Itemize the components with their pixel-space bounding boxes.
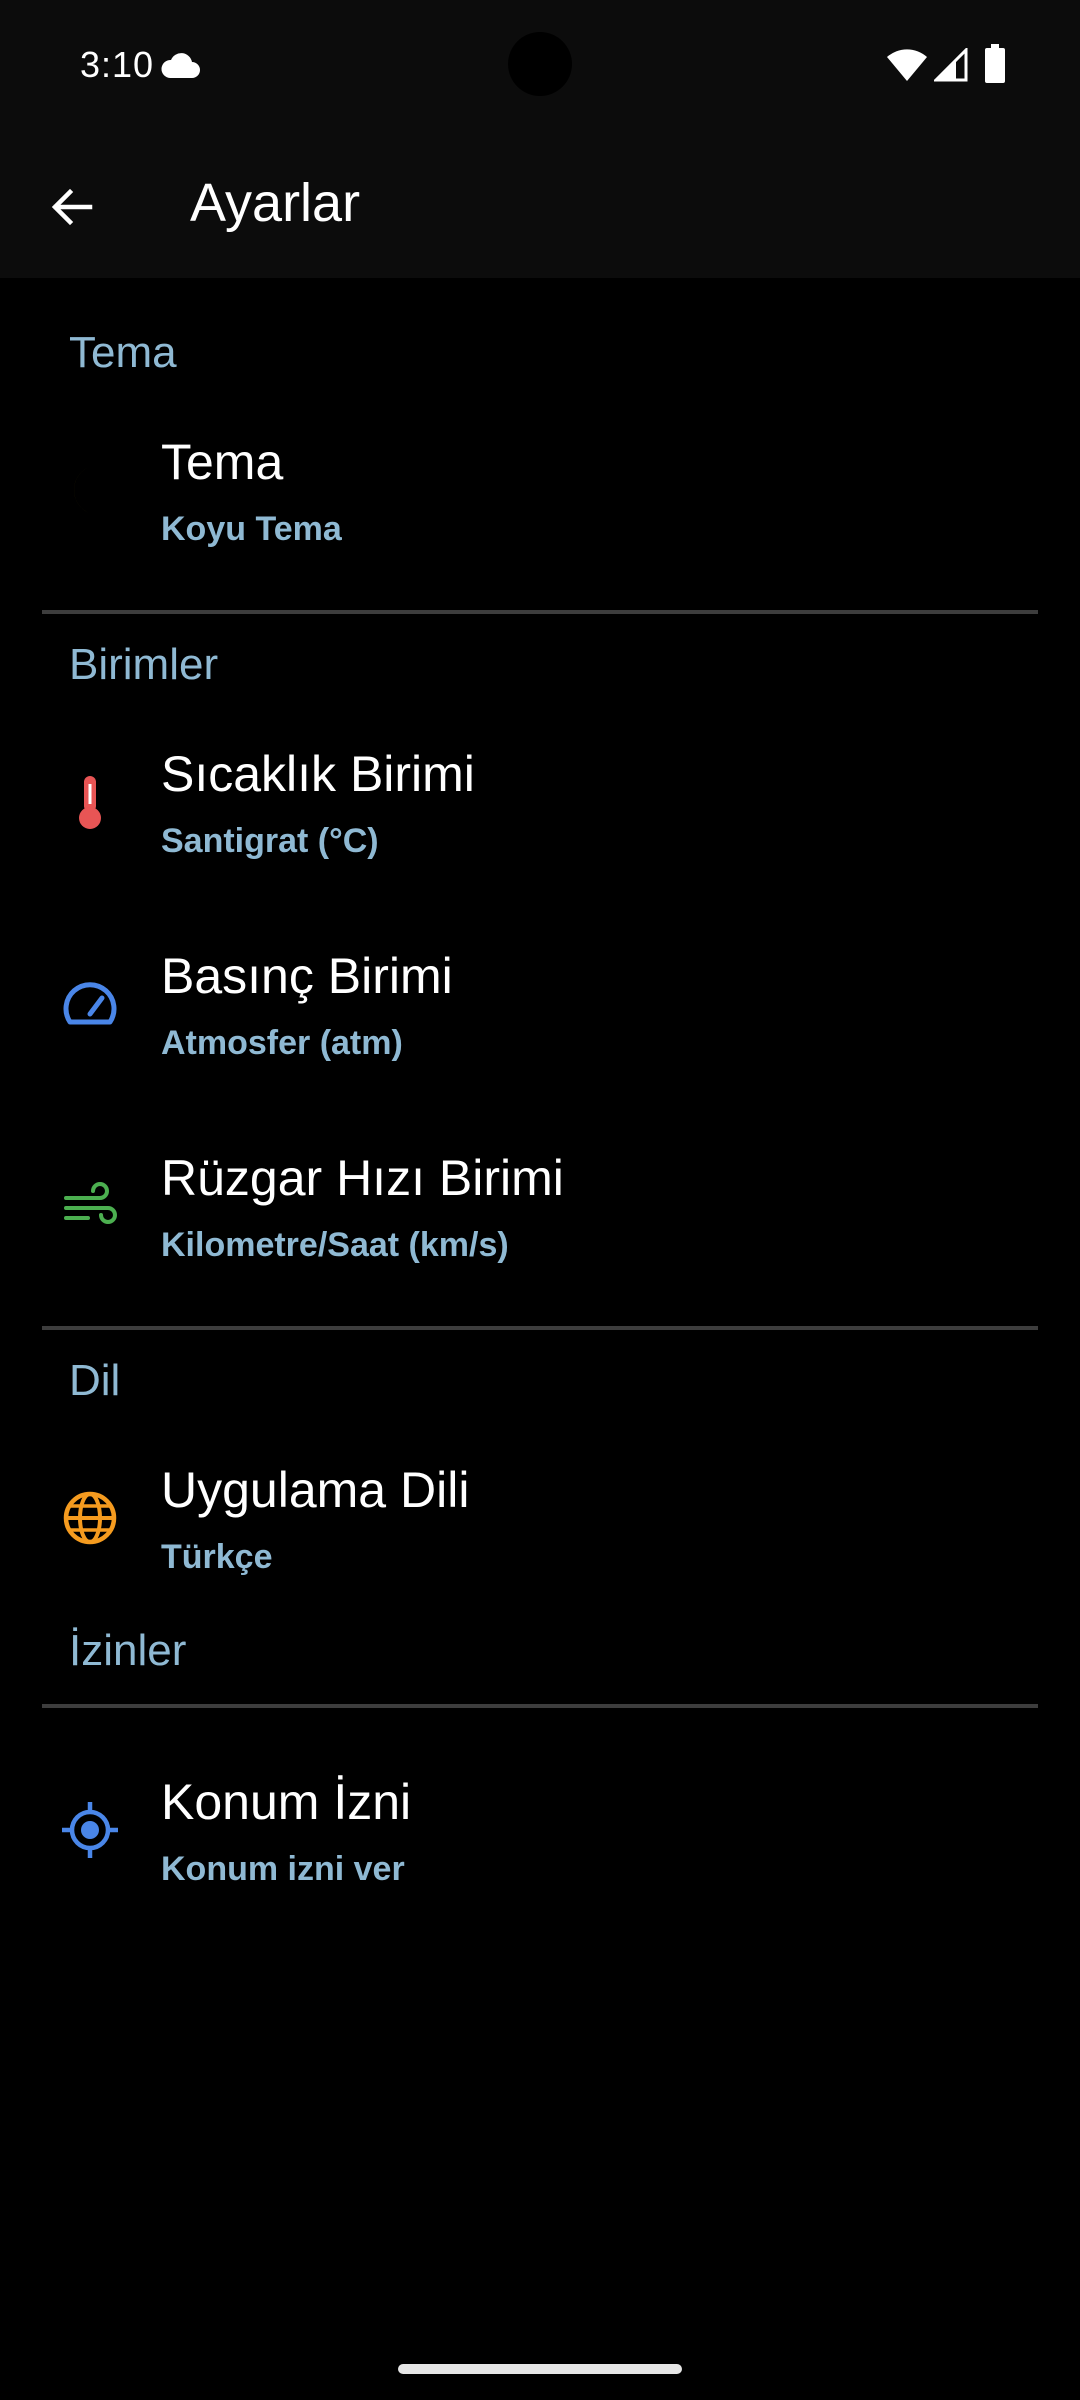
setting-subtitle: Türkçe (161, 1538, 273, 1576)
setting-item-pressure-unit[interactable]: Basınç Birimi Atmosfer (atm) (0, 914, 1080, 1094)
divider (42, 610, 1038, 614)
camera-cutout (508, 32, 572, 96)
home-gesture-bar[interactable] (398, 2364, 682, 2374)
app-bar: Ayarlar (0, 128, 1080, 278)
location-target-icon (58, 1798, 122, 1862)
speedometer-icon (58, 972, 122, 1036)
thermometer-icon (58, 770, 122, 834)
setting-subtitle: Konum izni ver (161, 1850, 405, 1888)
battery-icon (985, 44, 1005, 83)
setting-item-temperature-unit[interactable]: Sıcaklık Birimi Santigrat (°C) (0, 712, 1080, 892)
divider (42, 1326, 1038, 1330)
section-header-permissions: İzinler (69, 1626, 187, 1675)
globe-icon (58, 1486, 122, 1550)
arrow-back-icon (51, 188, 93, 226)
setting-item-theme[interactable]: Tema Koyu Tema (0, 400, 1080, 580)
setting-subtitle: Koyu Tema (161, 510, 342, 548)
setting-title: Konum İzni (161, 1774, 412, 1830)
page-title: Ayarlar (190, 173, 361, 233)
back-button[interactable] (34, 169, 110, 245)
section-header-units: Birimler (69, 640, 219, 689)
setting-title: Basınç Birimi (161, 948, 453, 1004)
cloud-icon (161, 53, 200, 78)
wind-icon (58, 1174, 122, 1238)
setting-title: Rüzgar Hızı Birimi (161, 1150, 564, 1206)
moon-icon (58, 458, 122, 522)
setting-item-app-language[interactable]: Uygulama Dili Türkçe (0, 1428, 1080, 1608)
setting-title: Uygulama Dili (161, 1462, 470, 1518)
setting-title: Sıcaklık Birimi (161, 746, 475, 802)
setting-item-location-permission[interactable]: Konum İzni Konum izni ver (0, 1740, 1080, 1920)
section-header-language: Dil (69, 1356, 121, 1405)
divider (42, 1704, 1038, 1708)
setting-subtitle: Atmosfer (atm) (161, 1024, 403, 1062)
setting-title: Tema (161, 434, 284, 490)
status-time: 3:10 (80, 44, 155, 85)
settings-screen: 3:10 Ayarlar Tema Tema Koyu Tema Birimle… (0, 0, 1080, 2400)
signal-icon (934, 48, 968, 82)
status-bar: 3:10 (0, 0, 1080, 128)
setting-item-wind-speed-unit[interactable]: Rüzgar Hızı Birimi Kilometre/Saat (km/s) (0, 1116, 1080, 1296)
wifi-icon (887, 49, 927, 81)
section-header-theme: Tema (69, 328, 177, 377)
setting-subtitle: Kilometre/Saat (km/s) (161, 1226, 509, 1264)
setting-subtitle: Santigrat (°C) (161, 822, 379, 860)
